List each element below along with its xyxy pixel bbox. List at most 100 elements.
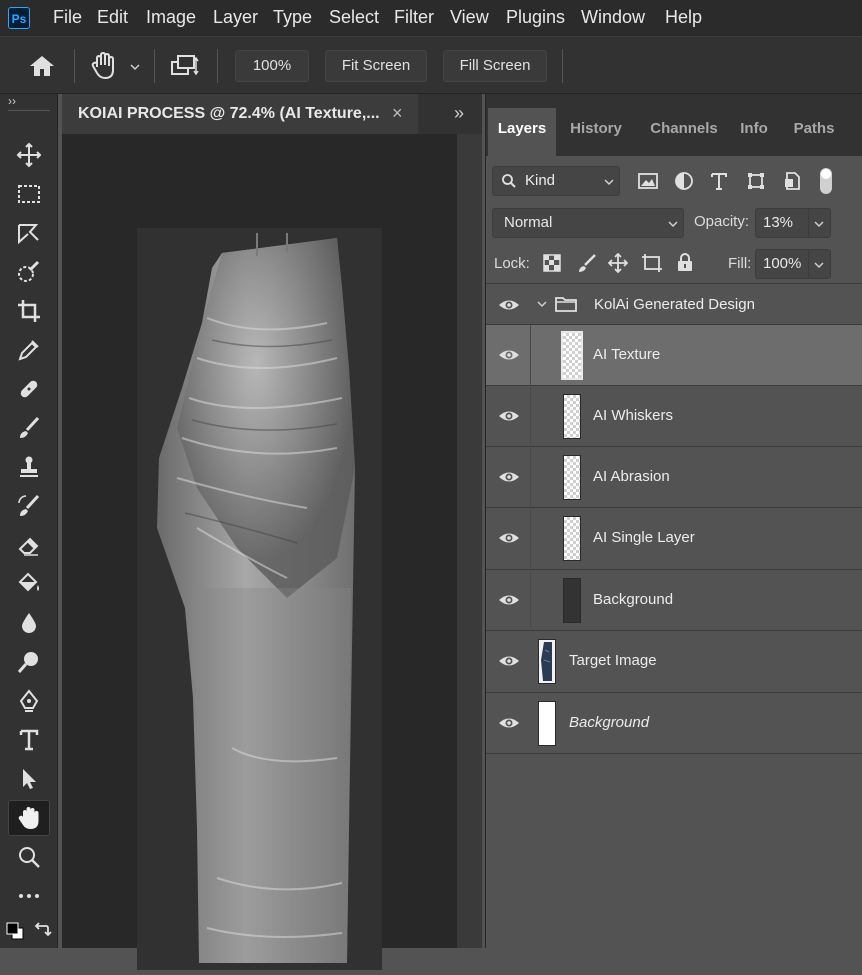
lock-artboard-icon[interactable] <box>641 253 663 273</box>
jeans-thumbnail-image <box>541 642 552 681</box>
layer-row-ai-whiskers[interactable]: AI Whiskers <box>486 386 862 447</box>
menu-help[interactable]: Help <box>665 7 702 28</box>
blur-tool[interactable] <box>8 605 50 641</box>
tab-history[interactable]: History <box>558 108 634 156</box>
visibility-eye-icon[interactable] <box>498 468 520 486</box>
layer-row-target-image[interactable]: Target Image <box>486 631 862 693</box>
menu-file[interactable]: File <box>53 7 82 28</box>
menu-image[interactable]: Image <box>146 7 196 28</box>
blend-mode-select[interactable]: Normal <box>492 208 684 238</box>
pen-tool[interactable] <box>8 683 50 719</box>
layer-filter-kind-select[interactable]: Kind <box>492 166 620 196</box>
eraser-tool[interactable] <box>8 527 50 563</box>
layer-thumbnail <box>563 394 581 439</box>
menu-plugins[interactable]: Plugins <box>506 7 565 28</box>
visibility-eye-icon[interactable] <box>498 296 520 314</box>
layer-group-row[interactable]: KolAi Generated Design <box>486 284 862 325</box>
zoom-100-button[interactable]: 100% <box>235 50 309 82</box>
dodge-tool[interactable] <box>8 644 50 680</box>
quick-selection-tool[interactable] <box>8 254 50 290</box>
chevron-down-icon <box>668 221 678 228</box>
lock-image-pixels-icon[interactable] <box>577 253 597 273</box>
layer-row-ai-single-layer[interactable]: AI Single Layer <box>486 508 862 570</box>
type-tool[interactable] <box>8 722 50 758</box>
lock-position-icon[interactable] <box>608 253 628 273</box>
filter-adjustment-icon[interactable] <box>671 168 697 194</box>
layer-row-background[interactable]: Background <box>486 693 862 754</box>
dodge-icon <box>17 652 38 673</box>
tab-info[interactable]: Info <box>732 108 776 156</box>
foreground-background-color-icon[interactable] <box>4 920 26 942</box>
fill-screen-button[interactable]: Fill Screen <box>443 50 547 82</box>
close-icon[interactable]: × <box>392 103 403 124</box>
swap-colors-icon[interactable] <box>32 920 52 940</box>
tab-paths[interactable]: Paths <box>782 108 846 156</box>
expand-panels-icon[interactable]: » <box>454 103 464 124</box>
menu-select[interactable]: Select <box>329 7 379 28</box>
crop-icon <box>18 300 40 322</box>
drop-icon <box>22 613 36 633</box>
artboard[interactable] <box>137 228 382 970</box>
tab-layers[interactable]: Layers <box>488 108 556 156</box>
scroll-all-windows-icon[interactable] <box>170 53 200 79</box>
chevron-down-icon[interactable] <box>536 299 548 309</box>
photoshop-logo: Ps <box>8 7 30 29</box>
crop-tool[interactable] <box>8 293 50 329</box>
magnifier-icon <box>19 847 40 868</box>
menu-filter[interactable]: Filter <box>394 7 434 28</box>
layer-row-background-inner[interactable]: Background <box>486 570 862 631</box>
menu-window[interactable]: Window <box>581 7 645 28</box>
visibility-eye-icon[interactable] <box>498 591 520 609</box>
filter-smart-object-icon[interactable] <box>779 168 805 194</box>
filter-pixel-icon[interactable] <box>635 168 661 194</box>
fill-field[interactable]: 100% <box>755 249 831 279</box>
visibility-eye-icon[interactable] <box>498 714 520 732</box>
opacity-field[interactable]: 13% <box>755 208 831 238</box>
move-tool[interactable] <box>8 137 50 173</box>
opacity-label: Opacity: <box>694 213 750 230</box>
eyedropper-tool[interactable] <box>8 332 50 368</box>
vertical-scrollbar[interactable] <box>457 134 482 948</box>
visibility-eye-icon[interactable] <box>498 652 520 670</box>
filter-shape-icon[interactable] <box>743 168 769 194</box>
paint-bucket-icon <box>18 572 39 592</box>
hand-tool[interactable] <box>8 800 50 836</box>
path-selection-tool[interactable] <box>8 761 50 797</box>
menu-edit[interactable]: Edit <box>97 7 128 28</box>
canvas-area[interactable] <box>62 134 457 970</box>
stamp-icon <box>20 456 38 477</box>
filter-type-icon[interactable] <box>706 168 732 194</box>
clone-stamp-tool[interactable] <box>8 449 50 485</box>
brush-tool[interactable] <box>8 410 50 446</box>
paint-bucket-tool[interactable] <box>8 566 50 602</box>
menu-view[interactable]: View <box>450 7 489 28</box>
lock-all-icon[interactable] <box>676 252 694 272</box>
lock-transparent-pixels-icon[interactable] <box>543 254 561 272</box>
menu-type[interactable]: Type <box>273 7 312 28</box>
fit-screen-button[interactable]: Fit Screen <box>325 50 427 82</box>
healing-brush-tool[interactable] <box>8 371 50 407</box>
document-tab[interactable]: KOIAI PROCESS @ 72.4% (AI Texture,... × <box>62 94 418 134</box>
toolbar-collapse[interactable]: ›› <box>8 94 16 108</box>
visibility-eye-icon[interactable] <box>498 346 520 364</box>
layers-panel: Layers History Channels Info Paths Kind … <box>485 94 862 948</box>
layer-row-ai-texture[interactable]: AI Texture <box>486 325 862 386</box>
layer-row-ai-abrasion[interactable]: AI Abrasion <box>486 447 862 508</box>
chevron-down-icon[interactable] <box>129 62 141 72</box>
tab-channels[interactable]: Channels <box>638 108 730 156</box>
document-window: KOIAI PROCESS @ 72.4% (AI Texture,... × … <box>62 94 482 970</box>
separator <box>74 49 75 83</box>
history-brush-tool[interactable] <box>8 488 50 524</box>
layer-thumbnail <box>563 516 581 561</box>
zoom-tool[interactable] <box>8 839 50 875</box>
lasso-tool[interactable] <box>8 215 50 251</box>
filter-toggle-icon[interactable] <box>813 168 839 194</box>
visibility-eye-icon[interactable] <box>498 529 520 547</box>
menu-layer[interactable]: Layer <box>213 7 258 28</box>
marquee-tool[interactable] <box>8 176 50 212</box>
home-icon[interactable] <box>28 54 56 78</box>
separator <box>154 49 155 83</box>
more-tools[interactable] <box>8 878 50 914</box>
visibility-eye-icon[interactable] <box>498 407 520 425</box>
hand-preset-icon[interactable] <box>90 51 118 81</box>
